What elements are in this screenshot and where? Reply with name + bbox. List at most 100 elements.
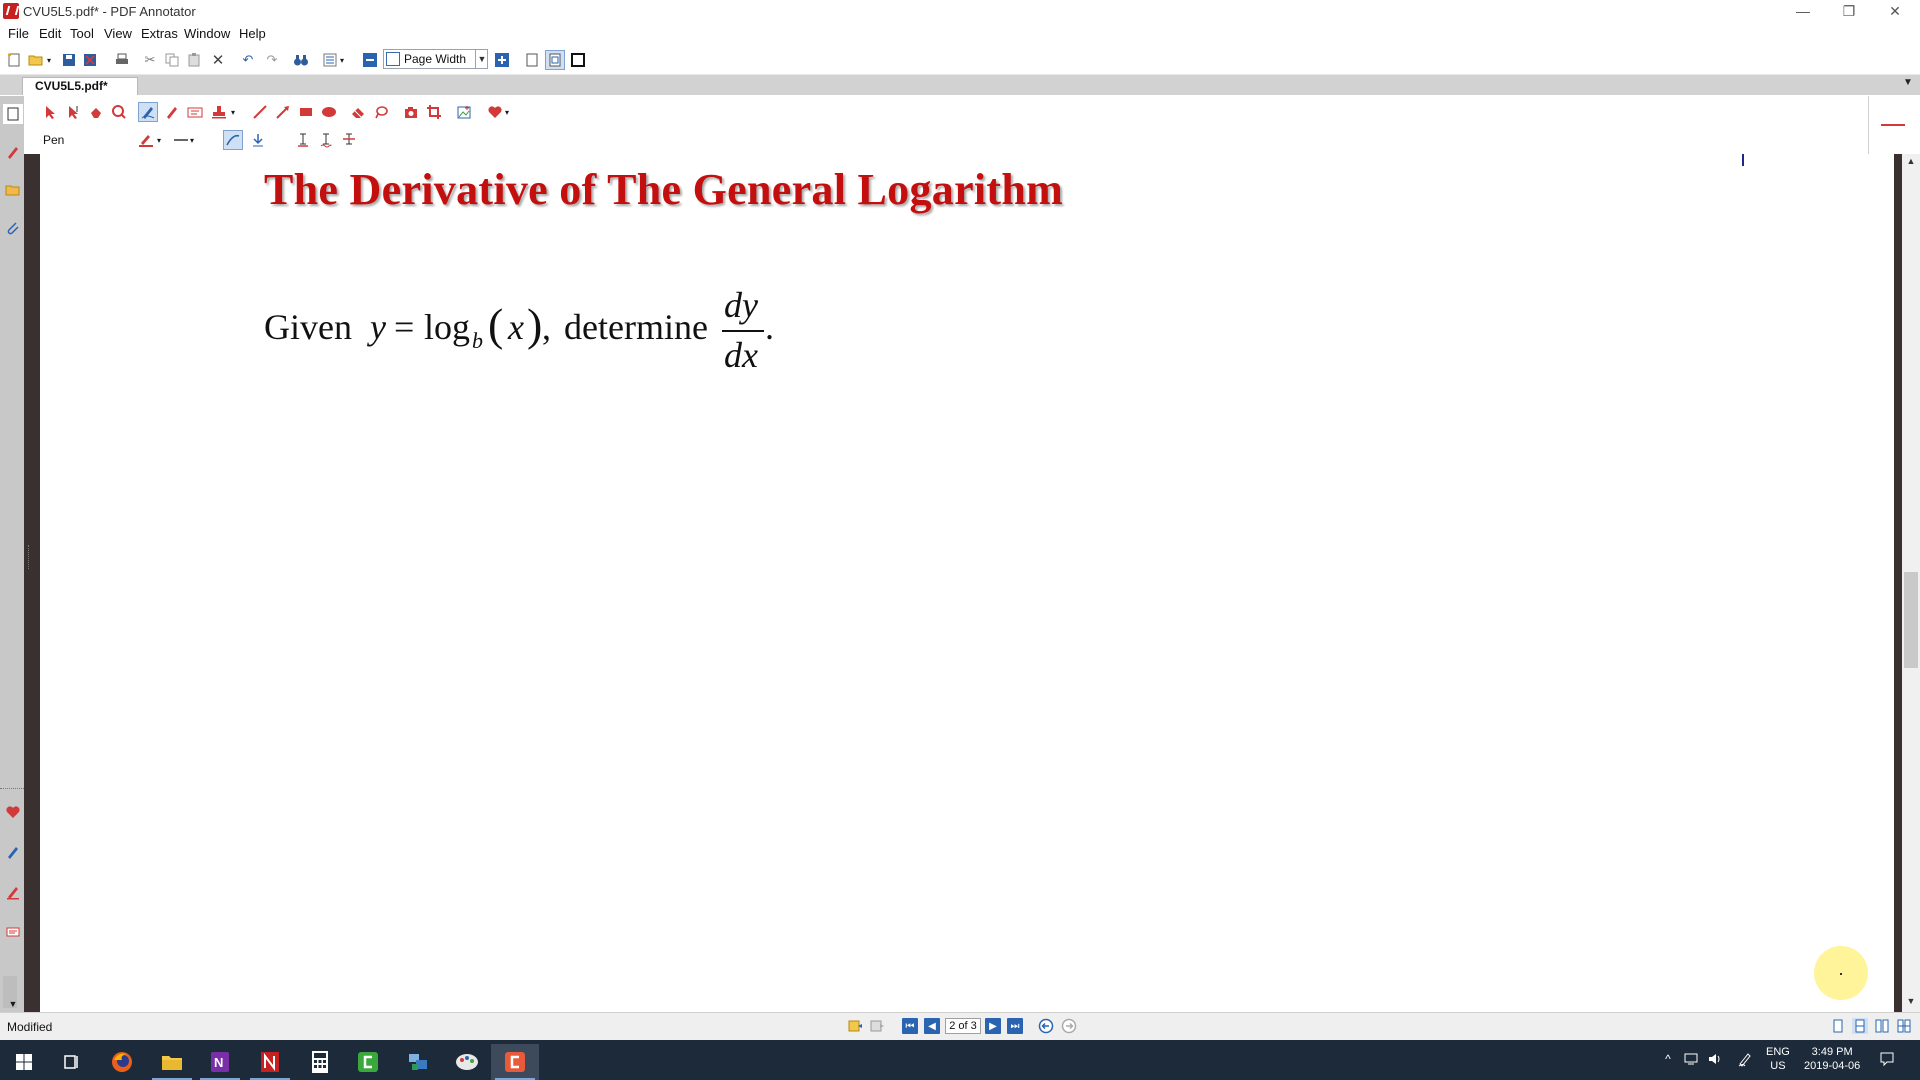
zoom-in-icon[interactable] <box>492 50 512 70</box>
print-icon[interactable] <box>112 50 132 70</box>
scrollbar-thumb[interactable] <box>1904 572 1918 668</box>
continuous-layout-icon[interactable] <box>1852 1018 1868 1034</box>
pen-tool-icon[interactable] <box>138 102 158 122</box>
rectangle-tool-icon[interactable] <box>296 102 316 122</box>
hand-pan-icon[interactable] <box>86 102 106 122</box>
find-binoculars-icon[interactable] <box>291 50 311 70</box>
tab-list-dropdown-icon[interactable]: ▼ <box>1898 77 1918 93</box>
restore-icon[interactable]: ❐ <box>1826 0 1872 24</box>
scroll-down-icon[interactable]: ▼ <box>1904 996 1918 1010</box>
two-page-continuous-layout-icon[interactable] <box>1896 1018 1912 1034</box>
tray-overflow-icon[interactable]: ^ <box>1659 1050 1677 1068</box>
save-all-icon[interactable] <box>80 50 100 70</box>
pdf-annotator-taskbar-icon[interactable] <box>246 1044 294 1080</box>
next-document-icon[interactable] <box>870 1018 886 1034</box>
camera-snapshot-icon[interactable] <box>401 102 421 122</box>
copy-icon[interactable] <box>162 50 182 70</box>
save-icon[interactable] <box>59 50 79 70</box>
menu-view[interactable]: View <box>104 26 132 41</box>
network-app-icon[interactable] <box>394 1044 442 1080</box>
pressure-icon[interactable] <box>248 130 268 150</box>
undo-icon[interactable]: ↶ <box>238 50 258 70</box>
menu-file[interactable]: File <box>8 26 29 41</box>
zoom-select[interactable]: Page Width ▼ <box>383 49 488 69</box>
tab-cvu5l5[interactable]: CVU5L5.pdf* <box>22 77 138 95</box>
redo-icon[interactable]: ↷ <box>262 50 282 70</box>
ellipse-tool-icon[interactable] <box>319 102 339 122</box>
page-number-field[interactable]: 2 of 3 <box>945 1018 981 1034</box>
open-dropdown-icon[interactable]: ▾ <box>44 50 54 70</box>
windows-start-icon[interactable] <box>0 1044 48 1080</box>
annotation-pen-panel-icon[interactable] <box>3 142 23 162</box>
text-select-icon[interactable] <box>63 102 83 122</box>
attachments-panel-icon[interactable] <box>3 218 23 238</box>
cut-icon[interactable]: ✂ <box>140 50 160 70</box>
single-page-view-icon[interactable] <box>522 50 542 70</box>
line-width-dropdown-icon[interactable]: ▾ <box>187 130 197 150</box>
pdf-annotator-app-icon[interactable] <box>3 3 19 19</box>
new-document-icon[interactable] <box>4 50 24 70</box>
smooth-stroke-icon[interactable] <box>223 130 243 150</box>
insert-image-icon[interactable] <box>454 102 474 122</box>
next-page-icon[interactable]: ▶ <box>985 1018 1001 1034</box>
camtasia-recorder-icon[interactable] <box>491 1044 539 1080</box>
two-page-layout-icon[interactable] <box>1874 1018 1890 1034</box>
highlighter-panel-icon[interactable] <box>3 842 23 862</box>
highlighter-tool-icon[interactable] <box>162 102 182 122</box>
menu-help[interactable]: Help <box>239 26 266 41</box>
input-language-indicator[interactable]: ENG US <box>1766 1045 1790 1073</box>
scroll-up-icon[interactable]: ▲ <box>1904 156 1918 170</box>
fit-page-view-icon[interactable] <box>545 50 565 70</box>
stamp-tool-icon[interactable] <box>209 102 229 122</box>
first-page-icon[interactable]: ⏮ <box>902 1018 918 1034</box>
page-layout-dropdown-icon[interactable]: ▾ <box>337 50 347 70</box>
stamp-panel-icon[interactable] <box>3 922 23 942</box>
previous-page-icon[interactable]: ◀ <box>924 1018 940 1034</box>
paint-app-icon[interactable] <box>443 1044 491 1080</box>
firefox-icon[interactable] <box>98 1044 146 1080</box>
onenote-icon[interactable]: N <box>196 1044 244 1080</box>
volume-icon[interactable] <box>1706 1050 1724 1068</box>
menu-tool[interactable]: Tool <box>70 26 94 41</box>
lasso-tool-icon[interactable] <box>371 102 391 122</box>
calculator-icon[interactable] <box>296 1044 344 1080</box>
menu-window[interactable]: Window <box>184 26 230 41</box>
line-tool-icon[interactable] <box>250 102 270 122</box>
crop-tool-icon[interactable] <box>424 102 444 122</box>
menu-extras[interactable]: Extras <box>141 26 178 41</box>
last-page-icon[interactable]: ⏭ <box>1007 1018 1023 1034</box>
pen-color-icon[interactable] <box>136 130 156 150</box>
file-explorer-icon[interactable] <box>148 1044 196 1080</box>
favorites-heart-icon[interactable] <box>3 802 23 822</box>
pages-panel-icon[interactable] <box>3 104 23 124</box>
minimize-icon[interactable]: — <box>1780 0 1826 24</box>
sidebar-splitter-handle[interactable] <box>28 545 33 569</box>
sidebar-scroll-down-icon[interactable]: ▼ <box>3 994 23 1014</box>
eraser-tool-icon[interactable] <box>348 102 368 122</box>
history-back-icon[interactable] <box>1038 1018 1054 1034</box>
system-clock[interactable]: 3:49 PM 2019-04-06 <box>1804 1045 1860 1073</box>
arrow-tool-icon[interactable] <box>273 102 293 122</box>
marker-panel-icon[interactable] <box>3 882 23 902</box>
zoom-out-icon[interactable] <box>360 50 380 70</box>
delete-icon[interactable]: ✕ <box>208 50 228 70</box>
menu-edit[interactable]: Edit <box>39 26 61 41</box>
underline-text-icon[interactable] <box>293 130 313 150</box>
pdf-page[interactable] <box>40 154 1894 1012</box>
task-view-icon[interactable] <box>48 1044 96 1080</box>
strikeout-text-icon[interactable] <box>339 130 359 150</box>
folder-panel-icon[interactable] <box>3 180 23 200</box>
fullscreen-icon[interactable] <box>568 50 588 70</box>
camtasia-icon[interactable] <box>344 1044 392 1080</box>
history-forward-icon[interactable] <box>1061 1018 1077 1034</box>
close-icon[interactable]: ✕ <box>1872 0 1918 24</box>
squiggly-text-icon[interactable] <box>316 130 336 150</box>
paste-icon[interactable] <box>184 50 204 70</box>
pen-color-dropdown-icon[interactable]: ▾ <box>154 130 164 150</box>
text-box-tool-icon[interactable] <box>185 102 205 122</box>
action-center-icon[interactable] <box>1878 1050 1896 1068</box>
network-icon[interactable] <box>1683 1050 1701 1068</box>
pen-workspace-icon[interactable] <box>1736 1050 1754 1068</box>
select-arrow-icon[interactable] <box>40 102 60 122</box>
open-folder-icon[interactable] <box>26 50 46 70</box>
